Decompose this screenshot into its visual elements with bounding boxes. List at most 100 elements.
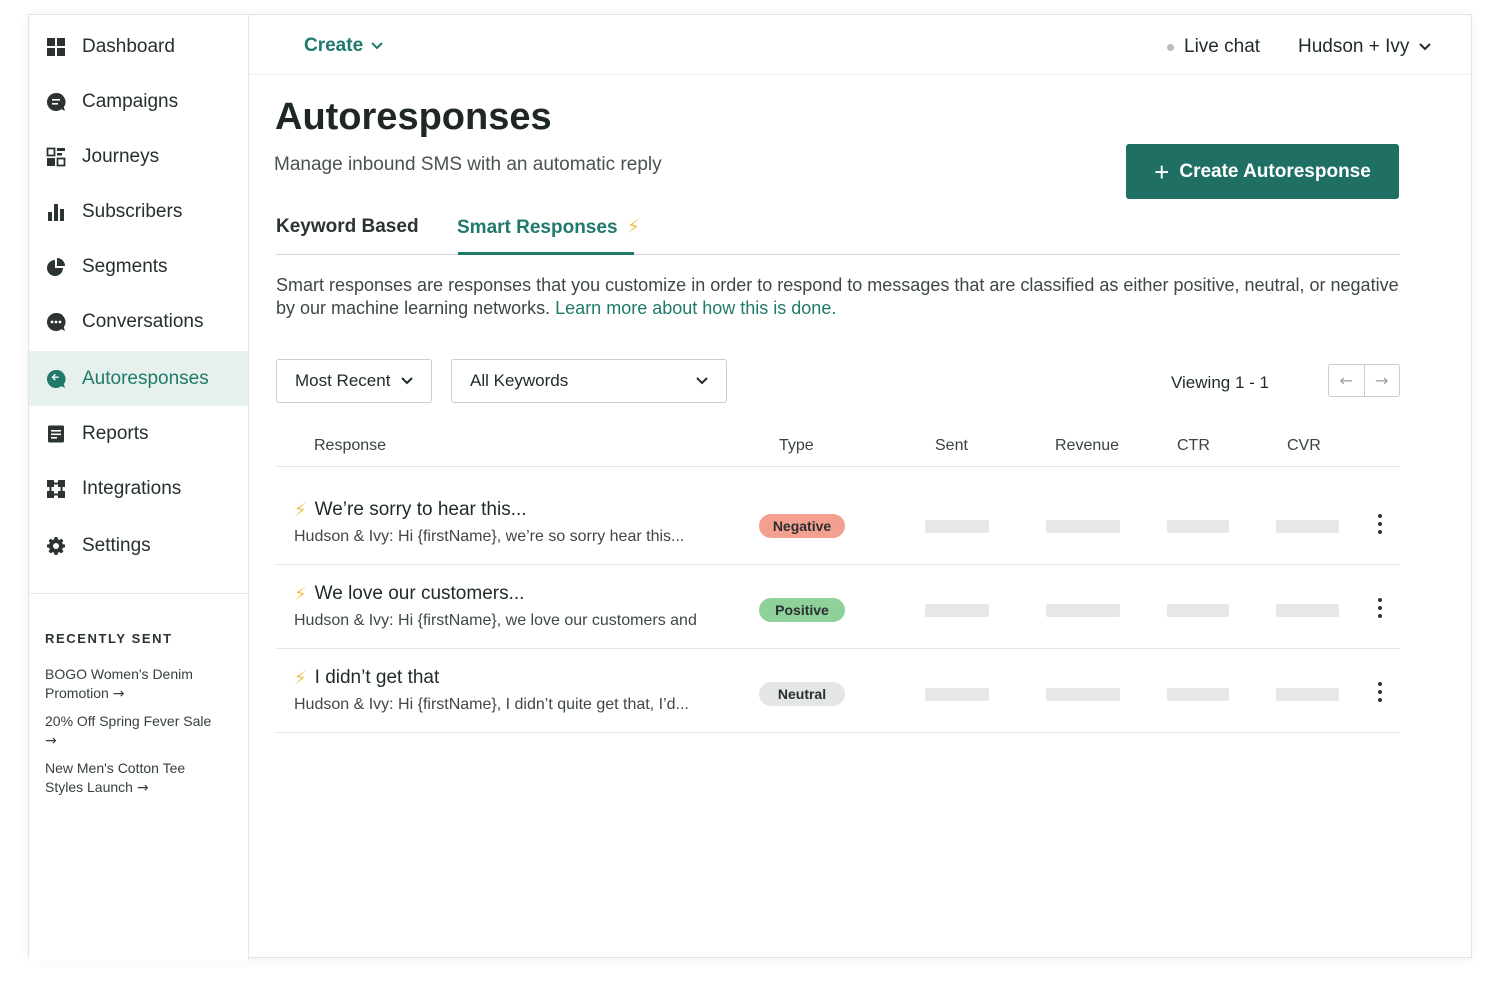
- response-preview: Hudson & Ivy: Hi {firstName}, we love ou…: [294, 612, 697, 629]
- sidebar-item-campaigns[interactable]: Campaigns: [29, 74, 248, 129]
- segments-icon: [45, 256, 67, 278]
- sidebar-item-segments[interactable]: Segments: [29, 239, 248, 294]
- sidebar-item-label: Subscribers: [82, 200, 183, 222]
- lightning-bolt-icon: ⚡: [626, 217, 641, 238]
- chevron-down-icon: [401, 377, 413, 385]
- arrow-left-icon: ←: [1339, 371, 1353, 390]
- sent-placeholder: [925, 688, 989, 701]
- chevron-down-icon: [1419, 43, 1432, 51]
- sidebar-item-reports[interactable]: Reports: [29, 406, 248, 461]
- column-header-response: Response: [314, 437, 387, 454]
- revenue-placeholder: [1046, 688, 1120, 701]
- lightning-bolt-icon: ⚡: [294, 667, 307, 688]
- sidebar-item-label: Integrations: [82, 477, 182, 499]
- keywords-select[interactable]: All Keywords: [451, 359, 727, 403]
- sidebar-item-label: Settings: [82, 534, 151, 556]
- recently-sent-heading: RECENTLY SENT: [45, 631, 173, 646]
- sent-placeholder: [925, 520, 989, 533]
- top-bar: Create Live chat Hudson + Ivy: [249, 15, 1471, 75]
- status-dot-icon: [1167, 43, 1174, 51]
- column-header-ctr: CTR: [1177, 437, 1210, 454]
- conversations-icon: [45, 311, 67, 333]
- sidebar-item-label: Segments: [82, 255, 168, 277]
- next-page-button[interactable]: →: [1365, 365, 1400, 396]
- column-header-cvr: CVR: [1287, 437, 1321, 454]
- active-tab-indicator: [458, 252, 634, 255]
- description-text: Smart responses are responses that you c…: [276, 275, 1399, 318]
- keywords-select-value: All Keywords: [470, 371, 569, 390]
- type-badge-negative: Negative: [759, 514, 845, 538]
- recent-item-cotton-tee[interactable]: New Men's Cotton Tee Styles Launch →: [45, 759, 225, 798]
- response-title: ⚡ We love our customers...: [294, 583, 524, 605]
- response-title: ⚡ We’re sorry to hear this...: [294, 499, 527, 521]
- tab-keyword-based[interactable]: Keyword Based: [276, 216, 419, 238]
- row-more-menu-icon[interactable]: [1368, 679, 1392, 705]
- cvr-placeholder: [1276, 520, 1339, 533]
- sidebar-item-journeys[interactable]: Journeys: [29, 129, 248, 184]
- lightning-bolt-icon: ⚡: [294, 499, 307, 520]
- cvr-placeholder: [1276, 688, 1339, 701]
- response-preview: Hudson & Ivy: Hi {firstName}, I didn’t q…: [294, 696, 689, 713]
- sort-select-value: Most Recent: [295, 371, 391, 390]
- gear-icon: [45, 535, 67, 557]
- sidebar-divider: [29, 593, 248, 594]
- ctr-placeholder: [1167, 520, 1229, 533]
- sidebar-item-label: Dashboard: [82, 35, 175, 57]
- account-name: Hudson + Ivy: [1298, 36, 1410, 57]
- subscribers-icon: [45, 201, 67, 223]
- row-more-menu-icon[interactable]: [1368, 511, 1392, 537]
- response-title-text: We’re sorry to hear this...: [314, 499, 527, 520]
- live-chat-link[interactable]: Live chat: [1167, 36, 1260, 58]
- sidebar-item-settings[interactable]: Settings: [29, 518, 248, 573]
- learn-more-link[interactable]: Learn more about how this is done.: [555, 298, 836, 318]
- create-menu-label: Create: [304, 35, 364, 56]
- column-header-revenue: Revenue: [1055, 437, 1120, 454]
- arrow-right-icon: →: [45, 733, 57, 749]
- sidebar-item-label: Journeys: [82, 145, 160, 167]
- plus-icon: +: [1154, 156, 1170, 187]
- integrations-icon: [45, 478, 67, 500]
- sidebar-item-integrations[interactable]: Integrations: [29, 461, 248, 516]
- response-preview: Hudson & Ivy: Hi {firstName}, we’re so s…: [294, 528, 685, 545]
- tab-smart-responses[interactable]: Smart Responses ⚡: [457, 216, 640, 239]
- create-autoresponse-button[interactable]: + Create Autoresponse: [1126, 144, 1399, 199]
- dashboard-icon: [45, 36, 67, 58]
- create-autoresponse-label: Create Autoresponse: [1179, 160, 1371, 182]
- arrow-right-icon: →: [112, 686, 125, 702]
- sidebar-item-dashboard[interactable]: Dashboard: [29, 19, 248, 74]
- recent-item-label: 20% Off Spring Fever Sale: [45, 713, 212, 729]
- recent-item-label: New Men's Cotton Tee Styles Launch: [45, 760, 186, 795]
- prev-page-button[interactable]: ←: [1329, 365, 1364, 396]
- table-row[interactable]: ⚡ We’re sorry to hear this... Hudson & I…: [276, 481, 1400, 565]
- page-subtitle: Manage inbound SMS with an automatic rep…: [274, 154, 662, 175]
- sidebar-item-label: Reports: [82, 422, 149, 444]
- sent-placeholder: [925, 604, 989, 617]
- sort-select[interactable]: Most Recent: [276, 359, 432, 403]
- recent-item-bogo[interactable]: BOGO Women's Denim Promotion →: [45, 665, 225, 704]
- sidebar-item-autoresponses[interactable]: Autoresponses: [29, 351, 248, 406]
- live-chat-label: Live chat: [1184, 36, 1261, 57]
- create-menu[interactable]: Create: [304, 35, 383, 57]
- recent-item-spring-fever[interactable]: 20% Off Spring Fever Sale →: [45, 712, 225, 751]
- table-row[interactable]: ⚡ I didn’t get that Hudson & Ivy: Hi {fi…: [276, 649, 1400, 733]
- sidebar: Dashboard Campaigns Journeys Subscribers…: [29, 15, 249, 961]
- ctr-placeholder: [1167, 604, 1229, 617]
- response-title-text: We love our customers...: [314, 583, 525, 604]
- revenue-placeholder: [1046, 520, 1120, 533]
- tabs-divider: [276, 254, 1400, 255]
- page-title: Autoresponses: [275, 96, 552, 138]
- column-header-type: Type: [779, 437, 814, 454]
- sidebar-item-conversations[interactable]: Conversations: [29, 294, 248, 349]
- cvr-placeholder: [1276, 604, 1339, 617]
- row-more-menu-icon[interactable]: [1368, 595, 1392, 621]
- sidebar-item-subscribers[interactable]: Subscribers: [29, 184, 248, 239]
- account-menu[interactable]: Hudson + Ivy: [1298, 36, 1432, 58]
- smart-responses-description: Smart responses are responses that you c…: [276, 274, 1406, 320]
- autoresponses-icon: [45, 368, 67, 390]
- type-badge-positive: Positive: [759, 598, 845, 622]
- type-badge-neutral: Neutral: [759, 682, 845, 706]
- chevron-down-icon: [371, 42, 383, 50]
- journeys-icon: [45, 146, 67, 168]
- chevron-down-icon: [696, 377, 708, 385]
- table-row[interactable]: ⚡ We love our customers... Hudson & Ivy:…: [276, 565, 1400, 649]
